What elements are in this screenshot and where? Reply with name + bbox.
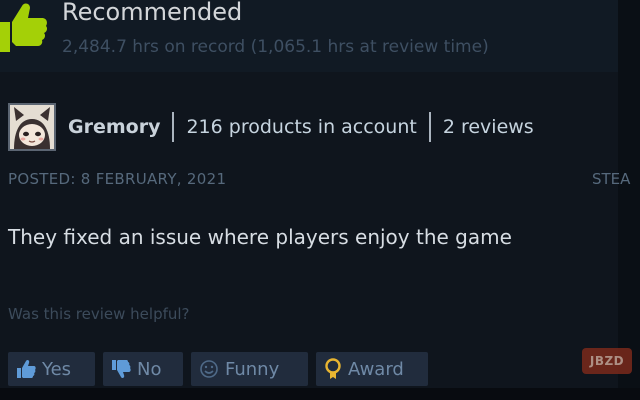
helpful-prompt: Was this review helpful?: [8, 305, 190, 323]
no-label: No: [137, 358, 162, 380]
right-edge: [618, 0, 640, 400]
yes-button[interactable]: Yes: [8, 352, 95, 386]
author-info: Gremory 216 products in account 2 review…: [68, 112, 534, 142]
review-text: They fixed an issue where players enjoy …: [8, 225, 512, 249]
smiley-icon: [199, 359, 219, 379]
thumbs-up-icon: [0, 0, 48, 52]
watermark-logo: JBZD: [582, 348, 632, 374]
recommendation-header: Recommended 2,484.7 hrs on record (1,065…: [0, 0, 618, 72]
vote-buttons: Yes No Funny Award: [8, 352, 428, 386]
award-icon: [324, 358, 342, 380]
thumbs-up-icon: [16, 359, 36, 379]
bottom-bar: [0, 388, 640, 400]
divider: [428, 112, 431, 142]
hours-on-record: 2,484.7 hrs on record (1,065.1 hrs at re…: [62, 37, 489, 57]
products-count[interactable]: 216 products in account: [186, 116, 416, 138]
divider: [172, 112, 175, 142]
funny-button[interactable]: Funny: [191, 352, 308, 386]
no-button[interactable]: No: [103, 352, 183, 386]
thumbs-down-icon: [111, 359, 131, 379]
author-name[interactable]: Gremory: [68, 116, 160, 138]
avatar[interactable]: [8, 103, 56, 151]
review-card: Recommended 2,484.7 hrs on record (1,065…: [0, 0, 640, 400]
yes-label: Yes: [42, 358, 72, 380]
award-label: Award: [348, 358, 404, 380]
award-button[interactable]: Award: [316, 352, 428, 386]
posted-date: POSTED: 8 FEBRUARY, 2021: [8, 170, 227, 188]
posted-platform: STEA: [592, 170, 631, 188]
funny-label: Funny: [225, 358, 280, 380]
recommendation-title: Recommended: [62, 0, 243, 26]
reviews-count[interactable]: 2 reviews: [443, 116, 534, 138]
